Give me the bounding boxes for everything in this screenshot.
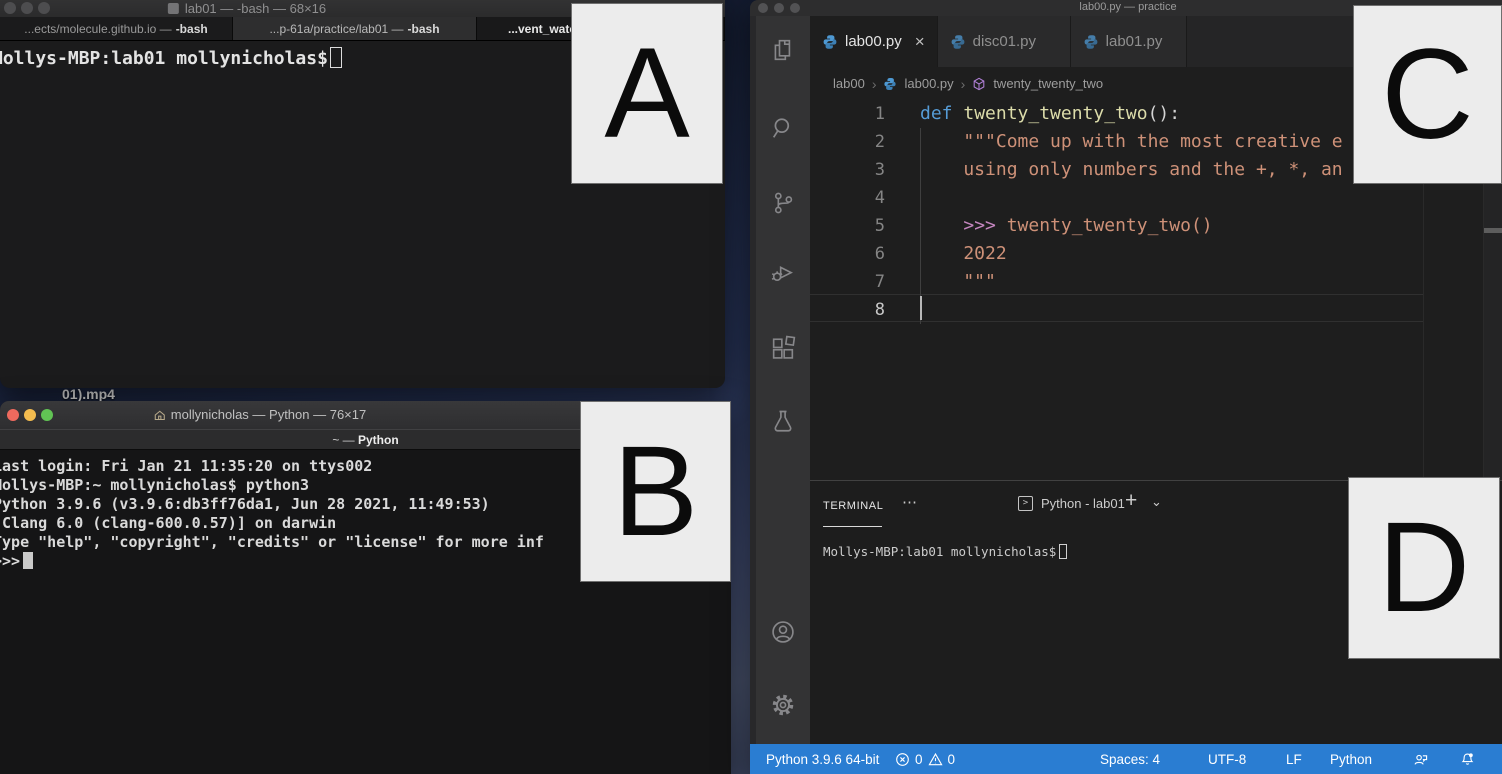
python-interpreter-status[interactable]: Python 3.9.6 64-bit	[766, 744, 879, 774]
chevron-right-icon: ›	[961, 76, 966, 92]
desktop: 01).mp4 lab01 — -bash — 68×16 ...ects/mo…	[0, 0, 1502, 774]
editor-cursor	[920, 296, 922, 320]
new-terminal-button[interactable]: +	[1125, 489, 1137, 513]
python-file-icon	[950, 34, 966, 50]
close-button[interactable]	[7, 409, 19, 421]
chevron-down-icon[interactable]: ⌄	[1151, 494, 1162, 510]
warning-count: 0	[948, 752, 956, 767]
warning-icon	[928, 752, 943, 767]
encoding-status[interactable]: UTF-8	[1208, 744, 1246, 774]
line-number: 3	[810, 156, 885, 184]
close-tab-icon[interactable]: ×	[915, 32, 925, 52]
search-icon[interactable]	[769, 114, 797, 142]
label-letter-a: A	[604, 30, 689, 158]
tab-lab01-py[interactable]: lab01.py	[1071, 16, 1187, 67]
account-icon[interactable]	[769, 618, 797, 646]
label-box-b: B	[580, 401, 731, 582]
error-count: 0	[915, 752, 923, 767]
tab-label: lab00.py	[845, 33, 902, 50]
extensions-icon[interactable]	[769, 334, 797, 362]
breadcrumb-symbol[interactable]: twenty_twenty_two	[993, 76, 1103, 91]
settings-gear-icon[interactable]	[769, 691, 797, 719]
label-box-c: C	[1353, 5, 1502, 184]
code-line-3: using only numbers and the +, *, an	[920, 156, 1343, 184]
window-proxy-icon	[168, 3, 179, 14]
python-file-icon	[822, 34, 838, 50]
code-line-5: >>> twenty_twenty_two()	[920, 212, 1213, 240]
tab-disc01-py[interactable]: disc01.py	[938, 16, 1071, 67]
activity-bar	[750, 16, 810, 744]
problems-status[interactable]: 0 0	[895, 744, 955, 774]
line-number: 4	[810, 184, 885, 212]
more-actions-icon[interactable]: ⋯	[902, 493, 919, 511]
terminal-cursor	[23, 552, 33, 569]
tab-lab00-py[interactable]: lab00.py ×	[810, 16, 938, 67]
active-tab-underline	[823, 526, 882, 527]
line-number: 5	[810, 212, 885, 240]
error-icon	[895, 752, 910, 767]
terminal-panel-tab[interactable]: TERMINAL	[823, 500, 883, 512]
terminal-cursor	[330, 47, 342, 68]
line-number: 2	[810, 128, 885, 156]
status-bar: Python 3.9.6 64-bit 0 0 Spaces: 4 UTF-8 …	[750, 744, 1502, 774]
chevron-right-icon: ›	[872, 76, 877, 92]
terminal-cursor	[1059, 544, 1067, 559]
indentation-status[interactable]: Spaces: 4	[1100, 744, 1160, 774]
tab-label: disc01.py	[973, 33, 1036, 50]
label-letter-b: B	[613, 428, 698, 556]
terminal-session-select[interactable]: > Python - lab01	[1018, 496, 1125, 511]
terminal-icon: >	[1018, 496, 1033, 511]
run-debug-icon[interactable]	[769, 258, 797, 286]
zoom-button[interactable]	[790, 3, 800, 13]
label-box-a: A	[571, 3, 723, 184]
breadcrumb-file[interactable]: lab00.py	[904, 76, 953, 91]
terminal-tab-molecule[interactable]: ...ects/molecule.github.io — -bash	[0, 17, 233, 40]
label-box-d: D	[1348, 477, 1500, 659]
minimize-button[interactable]	[21, 2, 33, 14]
language-mode-status[interactable]: Python	[1330, 744, 1372, 774]
line-number: 6	[810, 240, 885, 268]
notifications-bell-icon[interactable]	[1460, 744, 1475, 774]
breadcrumb-folder[interactable]: lab00	[833, 76, 865, 91]
zoom-button[interactable]	[38, 2, 50, 14]
explorer-icon[interactable]	[769, 36, 797, 64]
terminal-b-tab[interactable]: ~ — Python	[332, 433, 398, 447]
minimize-button[interactable]	[774, 3, 784, 13]
close-button[interactable]	[758, 3, 768, 13]
terminal-a-title: lab01 — -bash — 68×16	[168, 1, 326, 16]
home-icon	[154, 409, 166, 424]
code-line-1: def twenty_twenty_two():	[920, 100, 1180, 128]
python-file-icon	[883, 77, 897, 91]
python-file-icon	[1083, 34, 1099, 50]
tab-label: lab01.py	[1106, 33, 1163, 50]
test-beaker-icon[interactable]	[769, 408, 797, 436]
symbol-namespace-icon	[972, 77, 986, 91]
desktop-file-label[interactable]: 01).mp4	[62, 386, 115, 402]
vscode-window-title: lab00.py — practice	[1079, 1, 1176, 13]
scrollbar-slider[interactable]	[1484, 228, 1502, 233]
code-line-7: """	[920, 268, 996, 296]
feedback-icon[interactable]	[1413, 744, 1428, 774]
terminal-b-title: mollynicholas — Python — 76×17	[154, 407, 366, 424]
label-letter-c: C	[1381, 31, 1473, 159]
minimize-button[interactable]	[24, 409, 36, 421]
close-button[interactable]	[4, 2, 16, 14]
code-line-2: """Come up with the most creative e	[920, 128, 1343, 156]
line-number: 7	[810, 268, 885, 296]
vscode-terminal-prompt[interactable]: Mollys-MBP:lab01 mollynicholas$	[823, 544, 1067, 559]
line-number: 8	[810, 296, 885, 324]
code-line-6: 2022	[920, 240, 1007, 268]
line-number: 1	[810, 100, 885, 128]
terminal-session-label: Python - lab01	[1041, 496, 1125, 511]
zoom-button[interactable]	[41, 409, 53, 421]
label-letter-d: D	[1378, 504, 1470, 632]
terminal-tab-lab01[interactable]: ...p-61a/practice/lab01 — -bash	[233, 17, 477, 40]
eol-status[interactable]: LF	[1286, 744, 1302, 774]
source-control-icon[interactable]	[769, 189, 797, 217]
